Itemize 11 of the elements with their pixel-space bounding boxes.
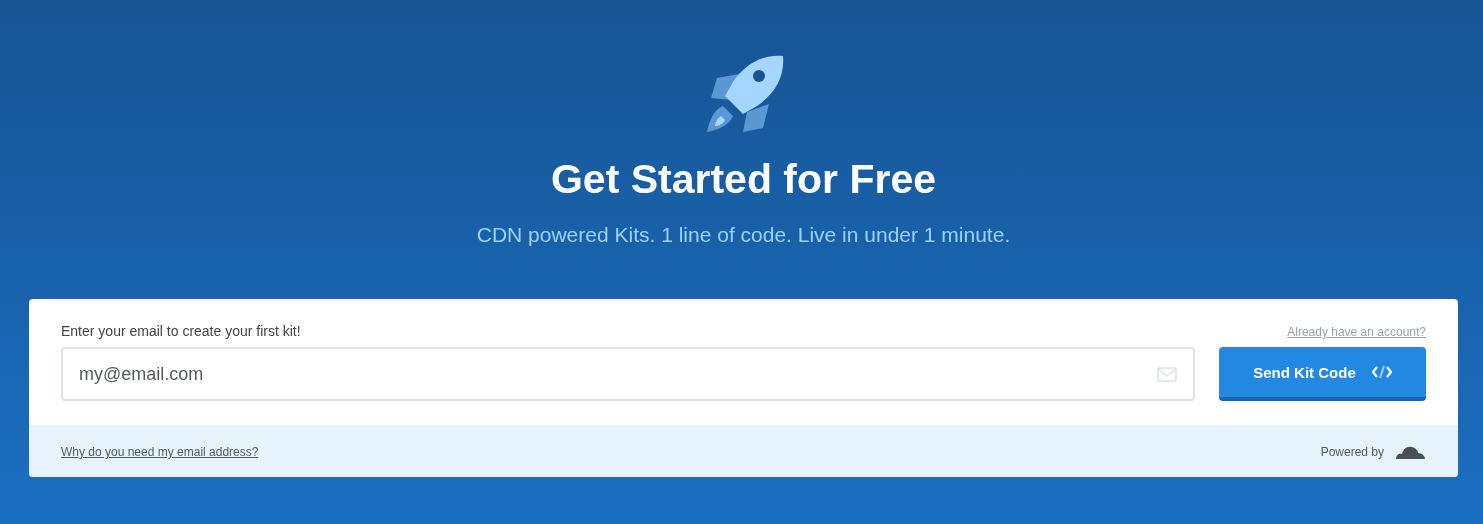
subtitle: CDN powered Kits. 1 line of code. Live in under 1 minute. [476, 223, 1011, 247]
cloud-icon [1394, 445, 1426, 459]
powered-by-text: Powered by [1320, 445, 1384, 459]
send-kit-code-button[interactable]: Send Kit Code [1219, 347, 1426, 401]
login-link[interactable]: Already have an account? [1287, 325, 1426, 339]
code-icon [1371, 365, 1392, 379]
help-link[interactable]: Why do you need my email address? [61, 445, 259, 459]
envelope-icon [1157, 367, 1177, 382]
page-title: Get Started for Free [550, 156, 936, 203]
email-label: Enter your email to create your first kit! [61, 323, 301, 339]
email-field[interactable]: my@email.com [61, 347, 1195, 401]
